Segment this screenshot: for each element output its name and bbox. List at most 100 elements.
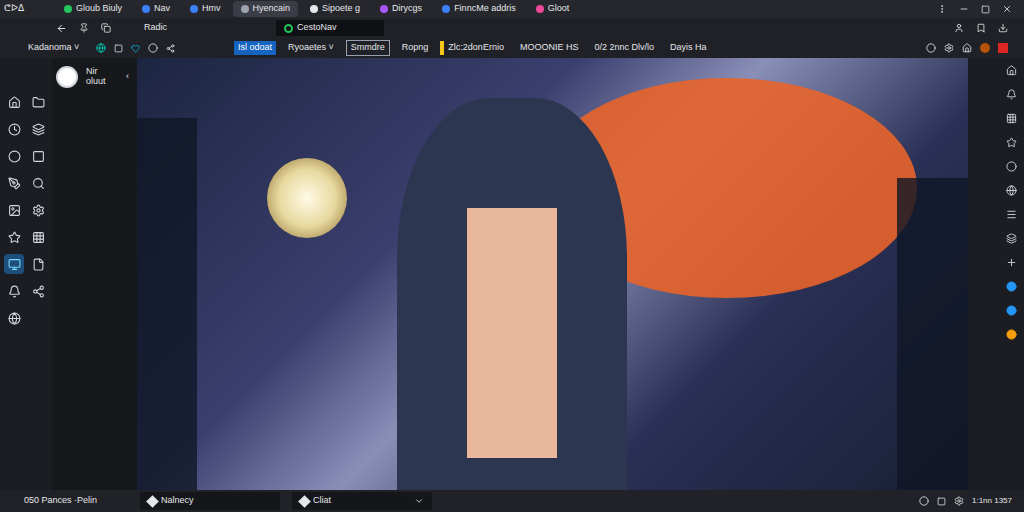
rail-item[interactable] bbox=[1004, 62, 1018, 78]
rail-item[interactable] bbox=[1004, 278, 1018, 294]
sidebar-item[interactable] bbox=[28, 119, 48, 139]
sidebar-item[interactable] bbox=[4, 227, 24, 247]
rail-item[interactable] bbox=[1004, 158, 1018, 174]
tool-icon bbox=[8, 258, 21, 271]
chevron-icon[interactable] bbox=[414, 496, 424, 506]
profile-icon[interactable] bbox=[980, 43, 990, 53]
rail-item[interactable] bbox=[1004, 110, 1018, 126]
settings-icon[interactable] bbox=[944, 43, 954, 53]
rail-icon bbox=[1006, 329, 1017, 340]
layout-icon[interactable] bbox=[937, 497, 946, 506]
close-icon[interactable] bbox=[1002, 4, 1012, 14]
tab[interactable]: FinncMe addris bbox=[434, 1, 524, 17]
rail-icon bbox=[1006, 113, 1017, 124]
sidebar-item[interactable] bbox=[4, 281, 24, 301]
user-icon[interactable] bbox=[954, 23, 964, 33]
tab-icon bbox=[241, 5, 249, 13]
tab[interactable]: Sipoete g bbox=[302, 1, 368, 17]
rail-item[interactable] bbox=[1004, 302, 1018, 318]
tool-icon bbox=[8, 177, 21, 190]
tool-icon bbox=[8, 96, 21, 109]
rail-item[interactable] bbox=[1004, 182, 1018, 198]
sidebar-item[interactable] bbox=[28, 200, 48, 220]
sidebar-item[interactable] bbox=[4, 119, 24, 139]
app-logo[interactable]: ᕦᐅᐃ bbox=[4, 2, 52, 16]
maximize-icon[interactable] bbox=[981, 5, 990, 14]
pin-icon[interactable] bbox=[79, 23, 89, 33]
back-icon[interactable] bbox=[56, 23, 67, 34]
status-tab[interactable]: Cliat bbox=[292, 492, 432, 510]
rail-item[interactable] bbox=[1004, 206, 1018, 222]
sidebar-item[interactable] bbox=[4, 146, 24, 166]
bookmark-chip[interactable]: Dayis Ha bbox=[666, 41, 711, 55]
rail-item[interactable] bbox=[1004, 254, 1018, 270]
bookmark-chip[interactable]: Isl odoat bbox=[234, 41, 276, 55]
bookmark-chip[interactable]: Ryoaetes ˅ bbox=[284, 41, 338, 55]
home-icon[interactable] bbox=[962, 43, 972, 53]
status-icon[interactable] bbox=[919, 496, 929, 506]
rail-item[interactable] bbox=[1004, 86, 1018, 102]
circle-icon[interactable] bbox=[148, 43, 158, 53]
sidebar-item[interactable] bbox=[4, 254, 24, 274]
sidebar-item[interactable] bbox=[28, 92, 48, 112]
rail-icon bbox=[1006, 257, 1017, 268]
address-bar[interactable]: CestoNav bbox=[276, 20, 384, 36]
tab-icon bbox=[298, 495, 311, 508]
sidebar-item[interactable] bbox=[28, 173, 48, 193]
bookmark-chip[interactable]: Ropng bbox=[398, 41, 433, 55]
tool-icon bbox=[8, 123, 21, 136]
account-menu[interactable]: Kadanoma ˅ bbox=[8, 41, 88, 55]
sidebar-item[interactable] bbox=[4, 92, 24, 112]
tool-icon bbox=[32, 150, 45, 163]
sidebar-item[interactable] bbox=[4, 200, 24, 220]
tab[interactable]: Gloot bbox=[528, 1, 578, 17]
page-title: Radic bbox=[144, 21, 264, 35]
tab[interactable]: Gloub Biuly bbox=[56, 1, 130, 17]
tab[interactable]: Hyencain bbox=[233, 1, 299, 17]
rail-icon bbox=[1006, 137, 1017, 148]
bookmark-icon[interactable] bbox=[976, 23, 986, 33]
heart-icon[interactable] bbox=[131, 44, 140, 53]
tool-icon bbox=[8, 150, 21, 163]
bookmark-chip[interactable]: 0/2 2nnc Dlv/lo bbox=[590, 41, 658, 55]
status-tab[interactable]: Nalnecy bbox=[140, 492, 280, 510]
tab[interactable]: Nav bbox=[134, 1, 178, 17]
more-icon[interactable] bbox=[937, 4, 947, 14]
rail-icon bbox=[1006, 209, 1017, 220]
canvas-image bbox=[137, 58, 968, 490]
circle-icon[interactable] bbox=[926, 43, 936, 53]
app-window: ᕦᐅᐃ Gloub BiulyNavHmvHyencainSipoete gDir… bbox=[0, 0, 1024, 512]
rail-item[interactable] bbox=[1004, 230, 1018, 246]
settings-icon[interactable] bbox=[954, 496, 964, 506]
avatar-icon bbox=[56, 66, 78, 88]
clock: 1:1nn 1357 bbox=[972, 495, 1016, 507]
bookmark-chip[interactable]: Zlc:2donErnio bbox=[440, 41, 508, 55]
tab-bar: ᕦᐅᐃ Gloub BiulyNavHmvHyencainSipoete gDir… bbox=[0, 0, 1024, 18]
tab-icon bbox=[380, 5, 388, 13]
sidebar-item[interactable] bbox=[28, 281, 48, 301]
rail-item[interactable] bbox=[1004, 326, 1018, 342]
sidebar-item[interactable] bbox=[28, 254, 48, 274]
rail-item[interactable] bbox=[1004, 134, 1018, 150]
collapse-button[interactable]: ‹ bbox=[126, 70, 133, 84]
tab[interactable]: Dirycgs bbox=[372, 1, 430, 17]
bookmarks-bar: Kadanoma ˅ Isl odoat Ryoaetes ˅ Smmdre Ropng… bbox=[0, 38, 1024, 58]
minimize-icon[interactable] bbox=[959, 4, 969, 14]
sidebar-item[interactable] bbox=[4, 173, 24, 193]
copy-icon[interactable] bbox=[101, 23, 111, 33]
tab[interactable]: Hmv bbox=[182, 1, 229, 17]
share-icon[interactable] bbox=[166, 44, 175, 53]
sidebar bbox=[0, 58, 52, 490]
rail-icon bbox=[1006, 305, 1017, 316]
frame-icon[interactable] bbox=[114, 44, 123, 53]
download-icon[interactable] bbox=[998, 23, 1008, 33]
bookmark-chip[interactable]: Smmdre bbox=[346, 40, 390, 56]
globe-icon[interactable] bbox=[96, 43, 106, 53]
sidebar-item[interactable] bbox=[28, 146, 48, 166]
flag-icon[interactable] bbox=[998, 43, 1008, 53]
user-row[interactable]: Niroluut‹ bbox=[52, 66, 137, 88]
sidebar-item[interactable] bbox=[4, 308, 24, 328]
sidebar-item[interactable] bbox=[28, 227, 48, 247]
tool-icon bbox=[8, 231, 21, 244]
bookmark-chip[interactable]: MOOONIE HS bbox=[516, 41, 583, 55]
